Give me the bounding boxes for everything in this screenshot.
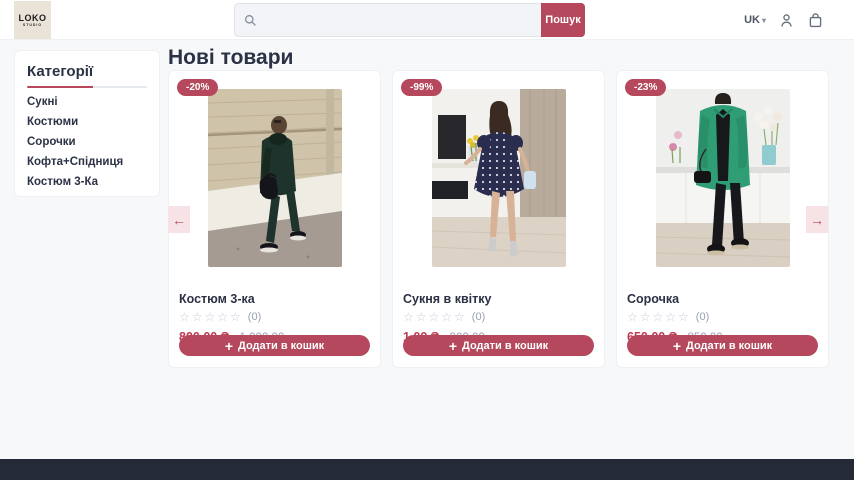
- account-button[interactable]: [778, 12, 795, 29]
- language-label: UK: [744, 14, 760, 26]
- star-rating-icons: ☆☆☆☆☆: [403, 310, 467, 324]
- product-rating: ☆☆☆☆☆ (0): [179, 310, 370, 324]
- rating-count: (0): [248, 311, 261, 323]
- plus-icon: +: [673, 341, 681, 351]
- product-image[interactable]: [656, 89, 790, 267]
- arrow-left-icon: ←: [172, 212, 186, 228]
- rating-count: (0): [696, 311, 709, 323]
- product-card: -20% Костюм 3-ка: [168, 70, 381, 368]
- search-bar: Пошук: [234, 3, 585, 37]
- product-card: -99%: [392, 70, 605, 368]
- categories-title: Категорії: [27, 63, 147, 80]
- product-title[interactable]: Костюм 3-ка: [179, 292, 370, 306]
- product-card: -23%: [616, 70, 829, 368]
- search-icon: [244, 14, 257, 27]
- arrow-right-icon: →: [810, 212, 824, 228]
- chevron-down-icon: ▾: [762, 16, 766, 25]
- sidebar-item-sukni[interactable]: Сукні: [27, 96, 147, 108]
- star-rating-icons: ☆☆☆☆☆: [627, 310, 691, 324]
- logo-text: LOKO: [19, 13, 47, 23]
- cart-button[interactable]: [807, 12, 824, 29]
- logo[interactable]: LOKO STUDIO: [14, 1, 51, 39]
- discount-badge: -23%: [625, 79, 666, 96]
- header: LOKO STUDIO Пошук UK ▾: [0, 0, 854, 40]
- sidebar-item-kofta-spidnytsia[interactable]: Кофта+Спідниця: [27, 156, 147, 168]
- discount-badge: -99%: [401, 79, 442, 96]
- search-button[interactable]: Пошук: [541, 3, 585, 37]
- product-title[interactable]: Сукня в квітку: [403, 292, 594, 306]
- user-icon: [778, 12, 795, 29]
- header-actions: UK ▾: [744, 0, 824, 40]
- sidebar-item-kostyum-3ka[interactable]: Костюм 3-Ка: [27, 176, 147, 188]
- discount-badge: -20%: [177, 79, 218, 96]
- add-to-cart-button[interactable]: + Додати в кошик: [627, 335, 818, 356]
- add-to-cart-label: Додати в кошик: [462, 340, 548, 352]
- rating-count: (0): [472, 311, 485, 323]
- search-input-wrap: [234, 3, 541, 37]
- product-image[interactable]: [208, 89, 342, 267]
- add-to-cart-label: Додати в кошик: [238, 340, 324, 352]
- categories-divider: [27, 86, 147, 88]
- sidebar-item-kostyumy[interactable]: Костюми: [27, 116, 147, 128]
- carousel-prev-button[interactable]: ←: [168, 206, 190, 233]
- product-rating: ☆☆☆☆☆ (0): [403, 310, 594, 324]
- add-to-cart-button[interactable]: + Додати в кошик: [179, 335, 370, 356]
- shopping-bag-icon: [807, 12, 824, 29]
- search-input[interactable]: [257, 13, 541, 27]
- add-to-cart-label: Додати в кошик: [686, 340, 772, 352]
- add-to-cart-button[interactable]: + Додати в кошик: [403, 335, 594, 356]
- plus-icon: +: [449, 341, 457, 351]
- sidebar-item-sorochky[interactable]: Сорочки: [27, 136, 147, 148]
- product-image[interactable]: [432, 89, 566, 267]
- star-rating-icons: ☆☆☆☆☆: [179, 310, 243, 324]
- product-carousel: -20% Костюм 3-ка: [168, 70, 829, 368]
- carousel-next-button[interactable]: →: [806, 206, 828, 233]
- page-title: Нові товари: [168, 46, 293, 70]
- categories-panel: Категорії Сукні Костюми Сорочки Кофта+Сп…: [14, 50, 160, 197]
- footer: [0, 459, 854, 480]
- plus-icon: +: [225, 341, 233, 351]
- categories-list: Сукні Костюми Сорочки Кофта+Спідниця Кос…: [27, 96, 147, 188]
- product-title[interactable]: Сорочка: [627, 292, 818, 306]
- language-selector[interactable]: UK ▾: [744, 14, 766, 26]
- logo-subtitle: STUDIO: [23, 23, 42, 27]
- product-rating: ☆☆☆☆☆ (0): [627, 310, 818, 324]
